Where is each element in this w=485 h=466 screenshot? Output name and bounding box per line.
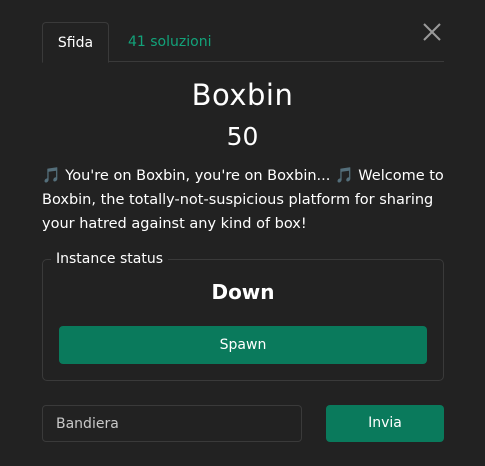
tab-challenge[interactable]: Sfida bbox=[42, 22, 109, 63]
flag-input[interactable] bbox=[42, 405, 302, 442]
instance-status-panel: Instance status Down Spawn bbox=[42, 250, 444, 381]
challenge-description: 🎵 You're on Boxbin, you're on Boxbin... … bbox=[42, 163, 447, 236]
submit-button[interactable]: Invia bbox=[326, 405, 444, 442]
instance-status-legend: Instance status bbox=[51, 250, 169, 268]
musical-notes-icon: 🎵 bbox=[42, 166, 61, 184]
tab-solutions[interactable]: 41 soluzioni bbox=[128, 22, 211, 63]
tab-bar: Sfida 41 soluzioni bbox=[42, 22, 444, 63]
challenge-title: Boxbin bbox=[191, 78, 294, 112]
challenge-modal: Sfida 41 soluzioni Boxbin 50 🎵 You're on… bbox=[0, 0, 485, 466]
challenge-points: 50 bbox=[226, 122, 259, 151]
description-text: You're on Boxbin, you're on Boxbin... bbox=[60, 168, 335, 184]
spawn-button[interactable]: Spawn bbox=[59, 326, 427, 364]
musical-notes-icon: 🎵 bbox=[335, 166, 354, 184]
instance-status-value: Down bbox=[211, 280, 275, 304]
